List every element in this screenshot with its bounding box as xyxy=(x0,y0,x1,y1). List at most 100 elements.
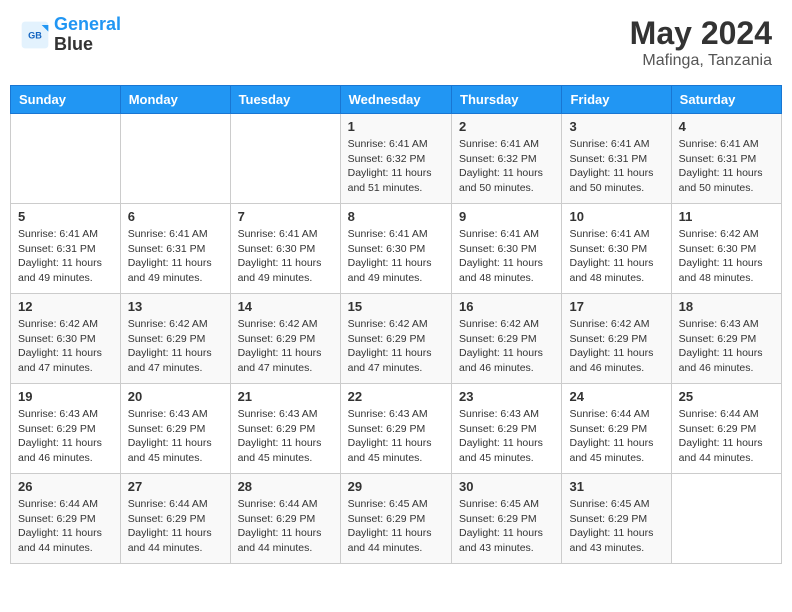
calendar-week-3: 12 Sunrise: 6:42 AMSunset: 6:30 PMDayligh… xyxy=(11,294,782,384)
day-number: 22 xyxy=(348,389,444,404)
day-number: 19 xyxy=(18,389,113,404)
day-info: Sunrise: 6:43 AMSunset: 6:29 PMDaylight:… xyxy=(348,407,444,466)
calendar-cell: 30 Sunrise: 6:45 AMSunset: 6:29 PMDayligh… xyxy=(452,474,562,564)
day-number: 25 xyxy=(679,389,774,404)
day-number: 8 xyxy=(348,209,444,224)
weekday-header-saturday: Saturday xyxy=(671,86,781,114)
day-info: Sunrise: 6:45 AMSunset: 6:29 PMDaylight:… xyxy=(459,497,554,556)
calendar-cell: 16Sunrise: 6:42 AMSunset: 6:29 PMDayligh… xyxy=(452,294,562,384)
calendar-cell: 26 Sunrise: 6:44 AMSunset: 6:29 PMDayligh… xyxy=(11,474,121,564)
day-info: Sunrise: 6:41 AMSunset: 6:32 PMDaylight:… xyxy=(459,137,554,196)
calendar-cell: 4Sunrise: 6:41 AMSunset: 6:31 PMDaylight… xyxy=(671,114,781,204)
day-number: 9 xyxy=(459,209,554,224)
day-info: Sunrise: 6:41 AMSunset: 6:31 PMDaylight:… xyxy=(679,137,774,196)
calendar-cell: 9Sunrise: 6:41 AMSunset: 6:30 PMDaylight… xyxy=(452,204,562,294)
calendar-week-1: 1 Sunrise: 6:41 AMSunset: 6:32 PMDaylight… xyxy=(11,114,782,204)
day-info: Sunrise: 6:41 AMSunset: 6:30 PMDaylight:… xyxy=(348,227,444,286)
day-info: Sunrise: 6:43 AMSunset: 6:29 PMDaylight:… xyxy=(459,407,554,466)
calendar-cell: 11 Sunrise: 6:42 AMSunset: 6:30 PMDayligh… xyxy=(671,204,781,294)
calendar-cell: 2 Sunrise: 6:41 AMSunset: 6:32 PMDaylight… xyxy=(452,114,562,204)
day-info: Sunrise: 6:43 AMSunset: 6:29 PMDaylight:… xyxy=(679,317,774,376)
calendar-cell: 19 Sunrise: 6:43 AMSunset: 6:29 PMDayligh… xyxy=(11,384,121,474)
day-info: Sunrise: 6:41 AMSunset: 6:30 PMDaylight:… xyxy=(238,227,333,286)
day-number: 30 xyxy=(459,479,554,494)
day-number: 14 xyxy=(238,299,333,314)
day-number: 5 xyxy=(18,209,113,224)
calendar-cell xyxy=(11,114,121,204)
svg-text:GB: GB xyxy=(28,30,42,40)
month-title: May 2024 xyxy=(630,15,772,52)
day-number: 12 xyxy=(18,299,113,314)
weekday-header-row: SundayMondayTuesdayWednesdayThursdayFrid… xyxy=(11,86,782,114)
calendar-cell: 10Sunrise: 6:41 AMSunset: 6:30 PMDayligh… xyxy=(562,204,671,294)
day-info: Sunrise: 6:44 AMSunset: 6:29 PMDaylight:… xyxy=(679,407,774,466)
title-block: May 2024 Mafinga, Tanzania xyxy=(630,15,772,70)
calendar-cell: 13Sunrise: 6:42 AMSunset: 6:29 PMDayligh… xyxy=(120,294,230,384)
day-number: 27 xyxy=(128,479,223,494)
weekday-header-monday: Monday xyxy=(120,86,230,114)
day-number: 7 xyxy=(238,209,333,224)
day-info: Sunrise: 6:44 AMSunset: 6:29 PMDaylight:… xyxy=(238,497,333,556)
calendar-week-2: 5 Sunrise: 6:41 AMSunset: 6:31 PMDaylight… xyxy=(11,204,782,294)
day-number: 15 xyxy=(348,299,444,314)
weekday-header-friday: Friday xyxy=(562,86,671,114)
day-number: 28 xyxy=(238,479,333,494)
day-number: 11 xyxy=(679,209,774,224)
calendar-cell: 15 Sunrise: 6:42 AMSunset: 6:29 PMDayligh… xyxy=(340,294,451,384)
calendar-cell: 20 Sunrise: 6:43 AMSunset: 6:29 PMDayligh… xyxy=(120,384,230,474)
calendar-cell: 1 Sunrise: 6:41 AMSunset: 6:32 PMDaylight… xyxy=(340,114,451,204)
day-number: 21 xyxy=(238,389,333,404)
day-info: Sunrise: 6:44 AMSunset: 6:29 PMDaylight:… xyxy=(18,497,113,556)
day-info: Sunrise: 6:45 AMSunset: 6:29 PMDaylight:… xyxy=(348,497,444,556)
day-info: Sunrise: 6:41 AMSunset: 6:32 PMDaylight:… xyxy=(348,137,444,196)
calendar-cell: 21Sunrise: 6:43 AMSunset: 6:29 PMDayligh… xyxy=(230,384,340,474)
calendar-cell: 18 Sunrise: 6:43 AMSunset: 6:29 PMDayligh… xyxy=(671,294,781,384)
calendar-week-4: 19 Sunrise: 6:43 AMSunset: 6:29 PMDayligh… xyxy=(11,384,782,474)
day-info: Sunrise: 6:44 AMSunset: 6:29 PMDaylight:… xyxy=(569,407,663,466)
calendar-cell: 8 Sunrise: 6:41 AMSunset: 6:30 PMDaylight… xyxy=(340,204,451,294)
calendar-cell: 29Sunrise: 6:45 AMSunset: 6:29 PMDayligh… xyxy=(340,474,451,564)
location-title: Mafinga, Tanzania xyxy=(630,52,772,70)
weekday-header-wednesday: Wednesday xyxy=(340,86,451,114)
day-info: Sunrise: 6:41 AMSunset: 6:31 PMDaylight:… xyxy=(128,227,223,286)
day-number: 26 xyxy=(18,479,113,494)
weekday-header-thursday: Thursday xyxy=(452,86,562,114)
day-info: Sunrise: 6:42 AMSunset: 6:29 PMDaylight:… xyxy=(238,317,333,376)
day-number: 2 xyxy=(459,119,554,134)
calendar-cell xyxy=(230,114,340,204)
weekday-header-tuesday: Tuesday xyxy=(230,86,340,114)
day-info: Sunrise: 6:43 AMSunset: 6:29 PMDaylight:… xyxy=(18,407,113,466)
day-number: 17 xyxy=(569,299,663,314)
logo-icon: GB xyxy=(20,20,50,50)
day-number: 31 xyxy=(569,479,663,494)
day-info: Sunrise: 6:42 AMSunset: 6:30 PMDaylight:… xyxy=(18,317,113,376)
calendar-cell: 28 Sunrise: 6:44 AMSunset: 6:29 PMDayligh… xyxy=(230,474,340,564)
day-number: 6 xyxy=(128,209,223,224)
day-info: Sunrise: 6:42 AMSunset: 6:29 PMDaylight:… xyxy=(459,317,554,376)
day-number: 23 xyxy=(459,389,554,404)
calendar-cell: 27 Sunrise: 6:44 AMSunset: 6:29 PMDayligh… xyxy=(120,474,230,564)
day-info: Sunrise: 6:41 AMSunset: 6:31 PMDaylight:… xyxy=(569,137,663,196)
day-info: Sunrise: 6:42 AMSunset: 6:29 PMDaylight:… xyxy=(569,317,663,376)
calendar-cell: 14 Sunrise: 6:42 AMSunset: 6:29 PMDayligh… xyxy=(230,294,340,384)
calendar-cell: 6 Sunrise: 6:41 AMSunset: 6:31 PMDaylight… xyxy=(120,204,230,294)
day-number: 1 xyxy=(348,119,444,134)
day-number: 18 xyxy=(679,299,774,314)
calendar-cell: 22 Sunrise: 6:43 AMSunset: 6:29 PMDayligh… xyxy=(340,384,451,474)
day-info: Sunrise: 6:42 AMSunset: 6:30 PMDaylight:… xyxy=(679,227,774,286)
calendar-cell: 12 Sunrise: 6:42 AMSunset: 6:30 PMDayligh… xyxy=(11,294,121,384)
calendar-cell xyxy=(671,474,781,564)
logo-text: GeneralBlue xyxy=(54,15,121,55)
day-info: Sunrise: 6:42 AMSunset: 6:29 PMDaylight:… xyxy=(348,317,444,376)
day-info: Sunrise: 6:41 AMSunset: 6:30 PMDaylight:… xyxy=(569,227,663,286)
day-info: Sunrise: 6:45 AMSunset: 6:29 PMDaylight:… xyxy=(569,497,663,556)
day-info: Sunrise: 6:44 AMSunset: 6:29 PMDaylight:… xyxy=(128,497,223,556)
calendar-table: SundayMondayTuesdayWednesdayThursdayFrid… xyxy=(10,85,782,564)
logo: GB GeneralBlue xyxy=(20,15,121,55)
calendar-week-5: 26 Sunrise: 6:44 AMSunset: 6:29 PMDayligh… xyxy=(11,474,782,564)
calendar-cell: 3Sunrise: 6:41 AMSunset: 6:31 PMDaylight… xyxy=(562,114,671,204)
day-number: 20 xyxy=(128,389,223,404)
day-info: Sunrise: 6:41 AMSunset: 6:31 PMDaylight:… xyxy=(18,227,113,286)
day-info: Sunrise: 6:43 AMSunset: 6:29 PMDaylight:… xyxy=(128,407,223,466)
calendar-cell: 31 Sunrise: 6:45 AMSunset: 6:29 PMDayligh… xyxy=(562,474,671,564)
